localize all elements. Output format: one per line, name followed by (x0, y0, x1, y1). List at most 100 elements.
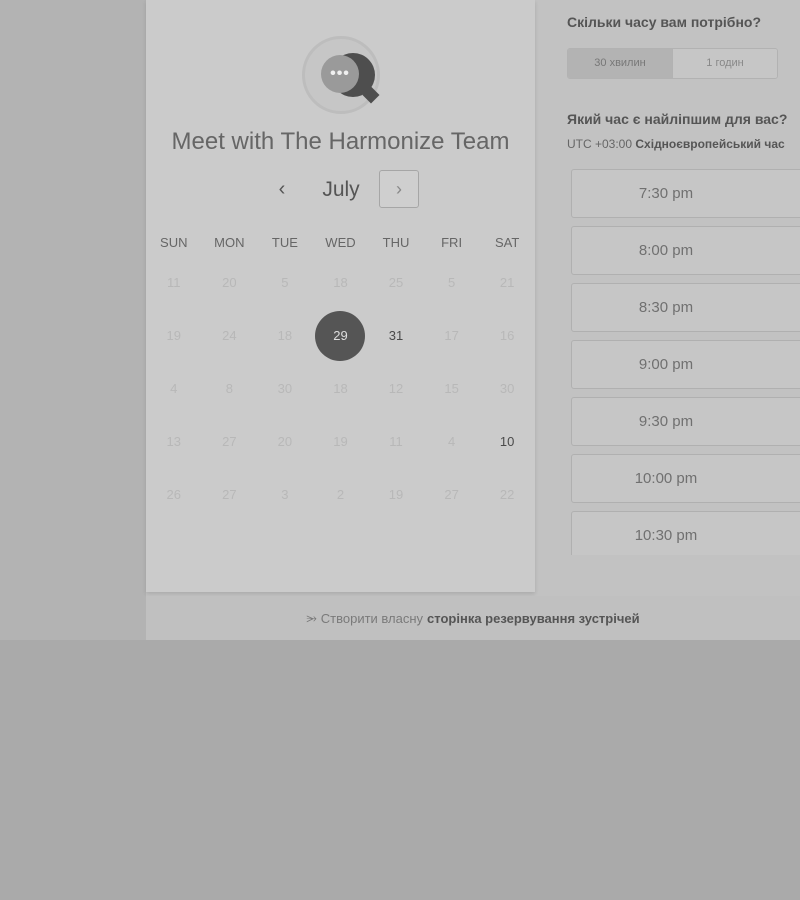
time-slot-button[interactable]: 9:00 pm (571, 340, 800, 389)
calendar-day: 17 (424, 309, 480, 362)
calendar-day-number: 27 (222, 434, 237, 449)
calendar-day-number: 12 (388, 381, 404, 396)
calendar-day: 4 (424, 415, 480, 468)
calendar-day: 27 (424, 468, 480, 521)
calendar-day-number: 17 (444, 328, 459, 343)
calendar-day[interactable]: 31 (368, 309, 424, 362)
next-month-button[interactable]: › (379, 170, 419, 208)
calendar-day: 18 (313, 362, 369, 415)
calendar-day-number: 11 (389, 434, 403, 449)
meeting-title: Meet with The Harmonize Team (171, 128, 510, 155)
month-navigation: ‹ July › (146, 170, 535, 210)
calendar-day: 22 (479, 468, 535, 521)
chat-bubble-icon: ••• (321, 55, 359, 93)
calendar-week-row: 13 27 20 19 11 4 10 (146, 415, 535, 468)
calendar-day-number: 5 (447, 275, 456, 290)
calendar-day-number: 31 (388, 328, 404, 343)
calendar-day-number: 4 (170, 381, 178, 396)
calendar-day-number: 15 (444, 381, 459, 396)
calendar-day-number: 13 (166, 434, 182, 449)
calendar-week-row: 11 20 5 18 25 5 21 (146, 256, 535, 309)
calendar-day-number: 18 (333, 381, 348, 396)
duration-question: Скільки часу вам потрібно? (567, 14, 762, 30)
calendar-day: 26 (146, 468, 202, 521)
prev-month-button[interactable]: ‹ (272, 176, 292, 202)
duration-option-60[interactable]: 1 годин (673, 49, 777, 78)
time-selection-panel: Скільки часу вам потрібно? 30 хвилин 1 г… (535, 0, 800, 592)
calendar-day: 30 (479, 362, 535, 415)
calendar-day: 18 (313, 256, 369, 309)
calendar-day-number: 10 (499, 434, 515, 449)
timezone-label[interactable]: UTC +03:00 Східноєвропейський час (567, 137, 785, 151)
calendar-grid: SUN MON TUE WED THU FRI SAT 11 20 5 18 25 5 21 19 24 18… (146, 230, 535, 521)
time-slot-button[interactable]: 8:30 pm (571, 283, 800, 332)
calendar-day: 11 (368, 415, 424, 468)
time-slot-button[interactable]: 9:30 pm (571, 397, 800, 446)
calendar-body: 11 20 5 18 25 5 21 19 24 18 29 31 17 16 4 8 30 18 12 15 30 13… (146, 256, 535, 521)
calendar-day-number: 16 (499, 328, 515, 343)
calendar-day: 18 (257, 309, 313, 362)
calendar-day: 13 (146, 415, 202, 468)
calendar-week-row: 26 27 3 2 19 27 22 (146, 468, 535, 521)
calendar-day: 19 (313, 415, 369, 468)
weekday-label: SAT (494, 235, 520, 250)
time-slot-button[interactable]: 8:00 pm (571, 226, 800, 275)
calendar-day: 19 (368, 468, 424, 521)
time-slot-button[interactable]: 10:30 pm (571, 511, 800, 555)
calendar-day-number: 3 (281, 487, 289, 502)
calendar-day-number: 29 (315, 310, 366, 361)
calendar-day: 8 (202, 362, 258, 415)
calendar-day: 11 (146, 256, 202, 309)
team-avatar: ••• (302, 36, 380, 114)
calendar-day-number: 30 (499, 381, 515, 396)
time-slot-list[interactable]: 7:30 pm 8:00 pm 8:30 pm 9:00 pm 9:30 pm 10:00… (571, 169, 800, 555)
calendar-day: 5 (257, 256, 313, 309)
calendar-day: 19 (146, 309, 202, 362)
calendar-day: 30 (257, 362, 313, 415)
calendar-day-selected[interactable]: 29 (313, 309, 369, 362)
calendar-day-number: 19 (388, 487, 404, 502)
month-label: July (322, 178, 360, 201)
calendar-week-row: 4 8 30 18 12 15 30 (146, 362, 535, 415)
calendar-day: 27 (202, 415, 258, 468)
calendar-day-number: 27 (444, 487, 459, 502)
calendar-day-number: 2 (336, 487, 345, 502)
calendar-week-row: 19 24 18 29 31 17 16 (146, 309, 535, 362)
footer-link[interactable]: сторінка резервування зустрічей (427, 611, 640, 626)
time-slot-button[interactable]: 7:30 pm (571, 169, 800, 218)
calendar-day[interactable]: 10 (479, 415, 535, 468)
weekday-label: SUN (160, 235, 188, 250)
calendar-day-number: 24 (222, 328, 237, 343)
duration-option-30[interactable]: 30 хвилин (568, 49, 673, 78)
calendar-day-number: 30 (277, 381, 293, 396)
calendar-day-number: 27 (222, 487, 237, 502)
calendar-day-number: 8 (225, 381, 233, 396)
calendar-day: 3 (257, 468, 313, 521)
calendar-day-number: 20 (277, 434, 293, 449)
calendar-day-number: 19 (333, 434, 348, 449)
timezone-offset: UTC +03:00 (567, 137, 633, 151)
weekday-label: FRI (441, 235, 463, 250)
weekday-label: WED (325, 235, 356, 250)
calendar-day: 2 (313, 468, 369, 521)
weekday-header: SUN MON TUE WED THU FRI SAT (146, 230, 535, 256)
calendar-day-number: 11 (167, 275, 181, 290)
calendar-day-number: 18 (333, 275, 348, 290)
weekday-label: TUE (271, 235, 298, 250)
weekday-label: MON (214, 235, 245, 250)
calendar-day-number: 22 (499, 487, 515, 502)
calendar-day-number: 5 (281, 275, 289, 290)
calendar-day-number: 19 (166, 328, 182, 343)
calendar-day-number: 20 (222, 275, 237, 290)
calendar-day-number: 18 (277, 328, 293, 343)
calendar-day: 16 (479, 309, 535, 362)
duration-selector: 30 хвилин 1 годин (567, 48, 778, 79)
footer-prefix: Створити власну (320, 610, 424, 626)
calendar-day: 4 (146, 362, 202, 415)
calendar-day: 24 (202, 309, 258, 362)
calendar-day: 5 (424, 256, 480, 309)
calendar-day: 21 (479, 256, 535, 309)
calendar-day: 15 (424, 362, 480, 415)
time-slot-button[interactable]: 10:00 pm (571, 454, 800, 503)
calendar-day-number: 4 (447, 434, 456, 449)
